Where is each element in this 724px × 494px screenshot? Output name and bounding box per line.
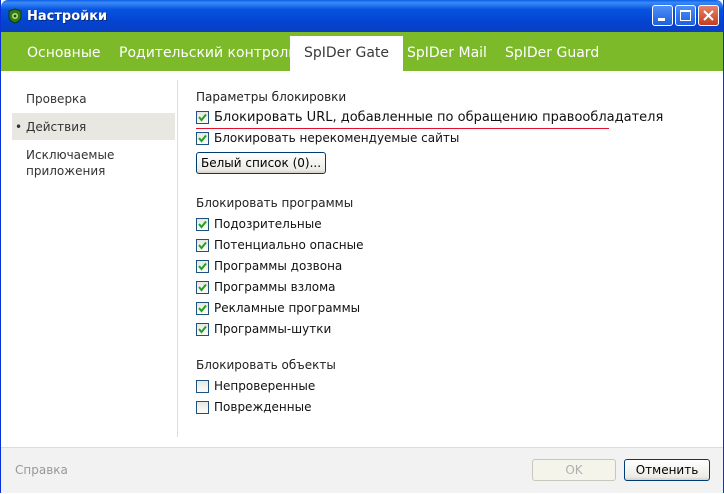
check-icon	[198, 113, 207, 122]
checkbox[interactable]	[196, 401, 209, 414]
check-icon	[198, 283, 207, 292]
window-title: Настройки	[27, 9, 108, 24]
close-button[interactable]	[698, 5, 719, 26]
checkbox-label: Блокировать нерекомендуемые сайты	[214, 131, 460, 145]
nav-divider	[177, 80, 178, 437]
checkbox-label: Программы взлома	[214, 280, 336, 294]
dialog-footer: Справка OK Отменить	[1, 447, 723, 493]
checkbox[interactable]	[196, 239, 209, 252]
checkbox[interactable]	[196, 260, 209, 273]
tab-spider-guard[interactable]: SpIDer Guard	[491, 36, 613, 71]
check-icon	[198, 241, 207, 250]
blocking-section-title: Параметры блокировки	[196, 90, 347, 104]
programs-section-title: Блокировать программы	[196, 196, 354, 210]
ok-button[interactable]: OK	[532, 459, 616, 481]
close-icon	[703, 10, 714, 21]
checkbox-label: Поврежденные	[214, 400, 312, 414]
checkbox[interactable]	[196, 111, 209, 124]
cancel-button[interactable]: Отменить	[624, 459, 710, 481]
nav-item-scan[interactable]: Проверка	[12, 91, 175, 111]
checkbox-label: Блокировать URL, добавленные по обращени…	[214, 110, 664, 125]
checkbox-label: Непроверенные	[214, 379, 316, 393]
tab-general[interactable]: Основные	[13, 36, 115, 71]
minimize-icon	[658, 18, 665, 21]
maximize-button[interactable]	[675, 5, 696, 26]
check-icon	[198, 220, 207, 229]
nav-item-actions[interactable]: • Действия	[12, 113, 175, 140]
tab-spider-gate[interactable]: SpIDer Gate	[290, 36, 404, 71]
settings-window: Настройки Основные Родительский контроль…	[0, 0, 724, 493]
nav-item-label: Проверка	[26, 92, 87, 106]
checkbox-label: Программы-шутки	[214, 322, 332, 336]
tab-bar: Основные Родительский контроль SpIDer Ga…	[1, 32, 723, 71]
check-icon	[198, 325, 207, 334]
minimize-button[interactable]	[652, 5, 673, 26]
nav-bullet: •	[15, 120, 23, 134]
title-bar[interactable]: Настройки	[1, 0, 723, 32]
tab-spider-mail[interactable]: SpIDer Mail	[393, 36, 501, 71]
checkbox-label: Подозрительные	[214, 217, 322, 231]
check-icon	[198, 134, 207, 143]
highlight-underline	[196, 128, 609, 129]
check-icon	[198, 304, 207, 313]
checkbox[interactable]	[196, 218, 209, 231]
checkbox-label: Рекламные программы	[214, 301, 361, 315]
checkbox[interactable]	[196, 132, 209, 145]
checkbox[interactable]	[196, 302, 209, 315]
checkbox-label: Потенциально опасные	[214, 238, 364, 252]
help-link[interactable]: Справка	[15, 463, 68, 477]
checkbox[interactable]	[196, 323, 209, 336]
check-icon	[198, 262, 207, 271]
checkbox[interactable]	[196, 380, 209, 393]
objects-section-title: Блокировать объекты	[196, 358, 336, 372]
checkbox[interactable]	[196, 281, 209, 294]
nav-item-excluded-apps[interactable]: Исключаемые приложения	[12, 147, 175, 181]
maximize-icon	[680, 10, 691, 21]
whitelist-button[interactable]: Белый список (0)...	[196, 152, 326, 174]
checkbox-label: Программы дозвона	[214, 259, 343, 273]
nav-item-label: Действия	[26, 120, 87, 134]
spider-app-icon	[8, 8, 22, 24]
tab-parental-control[interactable]: Родительский контроль	[105, 36, 311, 71]
